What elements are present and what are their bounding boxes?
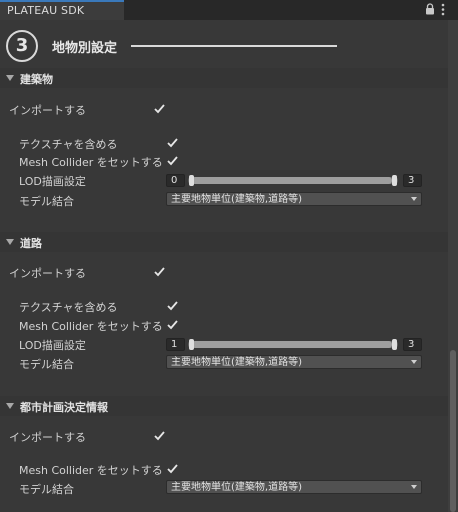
section-title: 道路 <box>20 237 42 250</box>
chevron-down-icon <box>411 485 417 489</box>
tab-plateau-sdk[interactable]: PLATEAU SDK <box>0 0 124 20</box>
import-checkbox[interactable] <box>153 429 166 442</box>
mesh-collider-label: Mesh Collider をセットする <box>19 320 163 333</box>
step-title: 地物別設定 <box>52 41 118 56</box>
slider-max-handle[interactable] <box>392 339 397 350</box>
section-title: 都市計画決定情報 <box>20 401 108 414</box>
foldout-arrow-icon <box>6 403 14 409</box>
mesh-collider-checkbox[interactable] <box>166 462 179 475</box>
check-icon <box>167 464 178 474</box>
vertical-scrollbar[interactable] <box>448 20 458 512</box>
step-number-badge: 3 <box>6 30 38 62</box>
kebab-menu-icon[interactable] <box>441 3 445 16</box>
section-header-road[interactable]: 道路 <box>0 232 448 252</box>
slider-fill <box>192 341 392 348</box>
dropdown-value: 主要地物単位(建築物,道路等) <box>171 357 302 368</box>
lod-max-field[interactable]: 3 <box>403 174 422 187</box>
check-icon <box>154 267 165 277</box>
slider-track[interactable] <box>188 175 398 186</box>
scrollbar-thumb[interactable] <box>450 350 456 512</box>
lod-min-field[interactable]: 0 <box>166 174 185 187</box>
lod-label: LOD描画設定 <box>19 339 86 352</box>
mesh-collider-checkbox[interactable] <box>166 318 179 331</box>
mesh-collider-label: Mesh Collider をセットする <box>19 464 163 477</box>
section-header-building[interactable]: 建築物 <box>0 68 448 88</box>
section-title: 建築物 <box>20 73 53 86</box>
lod-range-slider[interactable]: 0 3 <box>166 174 422 187</box>
check-icon <box>167 156 178 166</box>
import-checkbox[interactable] <box>153 102 166 115</box>
mesh-collider-label: Mesh Collider をセットする <box>19 156 163 169</box>
slider-fill <box>192 177 392 184</box>
merge-label: モデル結合 <box>19 483 74 496</box>
check-icon <box>167 320 178 330</box>
texture-checkbox[interactable] <box>166 136 179 149</box>
import-checkbox[interactable] <box>153 265 166 278</box>
check-icon <box>154 104 165 114</box>
lod-range-slider[interactable]: 1 3 <box>166 338 422 351</box>
import-label: インポートする <box>9 431 86 444</box>
dropdown-value: 主要地物単位(建築物,道路等) <box>171 194 302 205</box>
texture-label: テクスチャを含める <box>19 138 118 151</box>
slider-track[interactable] <box>188 339 398 350</box>
check-icon <box>167 138 178 148</box>
merge-dropdown[interactable]: 主要地物単位(建築物,道路等) <box>166 192 422 206</box>
merge-label: モデル結合 <box>19 358 74 371</box>
slider-max-handle[interactable] <box>392 175 397 186</box>
inspector-content: 3 地物別設定 建築物 インポートする テクスチャを含める Mesh Colli… <box>0 20 448 512</box>
merge-dropdown[interactable]: 主要地物単位(建築物,道路等) <box>166 480 422 494</box>
slider-min-handle[interactable] <box>189 339 194 350</box>
foldout-arrow-icon <box>6 239 14 245</box>
import-label: インポートする <box>9 267 86 280</box>
chevron-down-icon <box>411 360 417 364</box>
texture-checkbox[interactable] <box>166 299 179 312</box>
merge-dropdown[interactable]: 主要地物単位(建築物,道路等) <box>166 355 422 369</box>
lod-max-field[interactable]: 3 <box>403 338 422 351</box>
slider-min-handle[interactable] <box>189 175 194 186</box>
foldout-arrow-icon <box>6 75 14 81</box>
import-label: インポートする <box>9 104 86 117</box>
merge-label: モデル結合 <box>19 195 74 208</box>
chevron-down-icon <box>411 197 417 201</box>
lod-label: LOD描画設定 <box>19 175 86 188</box>
texture-label: テクスチャを含める <box>19 301 118 314</box>
step-title-underline <box>131 45 337 47</box>
tab-label: PLATEAU SDK <box>7 4 85 17</box>
check-icon <box>154 431 165 441</box>
lock-icon[interactable] <box>425 3 435 15</box>
check-icon <box>167 301 178 311</box>
section-header-urban-planning[interactable]: 都市計画決定情報 <box>0 396 448 416</box>
window-titlebar: PLATEAU SDK <box>0 0 458 20</box>
step-number: 3 <box>15 35 29 56</box>
mesh-collider-checkbox[interactable] <box>166 154 179 167</box>
dropdown-value: 主要地物単位(建築物,道路等) <box>171 482 302 493</box>
lod-min-field[interactable]: 1 <box>166 338 185 351</box>
